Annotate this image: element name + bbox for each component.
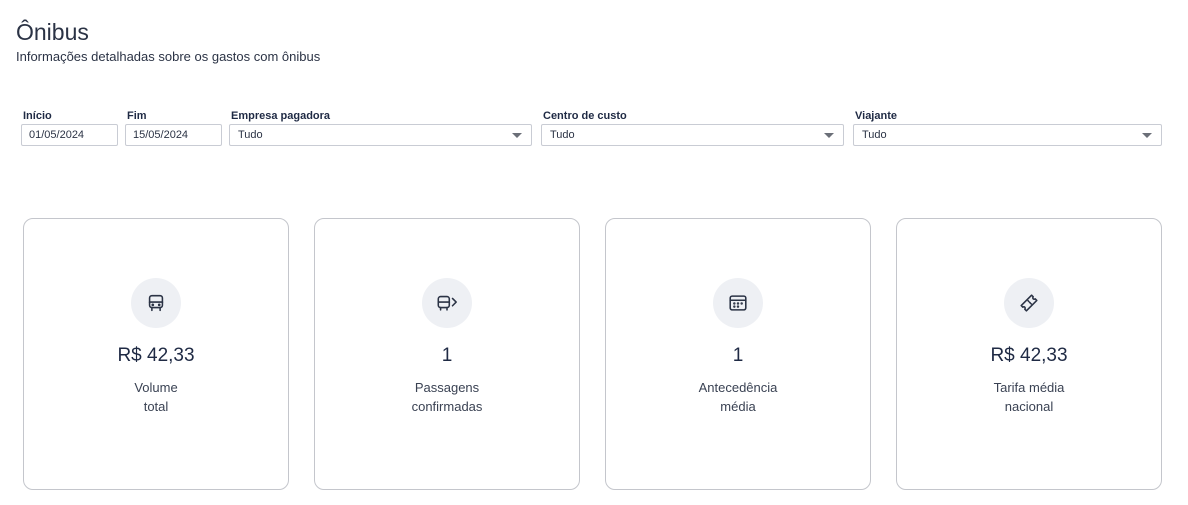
calendar-icon xyxy=(713,278,763,328)
start-date-label: Início xyxy=(23,110,52,122)
bus-icon xyxy=(131,278,181,328)
filter-start-date: Início 01/05/2024 xyxy=(21,109,118,146)
card-label: Antecedência média xyxy=(698,380,778,414)
cost-center-label: Centro de custo xyxy=(543,110,627,122)
filter-company: Empresa pagadora Tudo xyxy=(229,109,532,146)
card-label: Tarifa média nacional xyxy=(993,380,1065,414)
cost-center-select-value: Tudo xyxy=(550,129,575,141)
card-total-volume: R$ 42,33 Volume total xyxy=(23,218,289,490)
company-select[interactable]: Tudo xyxy=(229,124,532,146)
traveler-select-value: Tudo xyxy=(862,129,887,141)
card-value: 1 xyxy=(732,345,744,366)
company-select-value: Tudo xyxy=(238,129,263,141)
filter-traveler: Viajante Tudo xyxy=(853,109,1162,146)
chevron-down-icon xyxy=(512,133,522,138)
end-date-label: Fim xyxy=(127,110,147,122)
end-date-input[interactable]: 15/05/2024 xyxy=(125,124,222,146)
page-title: Ônibus xyxy=(16,19,89,45)
card-label: Passagens confirmadas xyxy=(411,380,483,414)
bus-arrow-icon xyxy=(422,278,472,328)
company-label: Empresa pagadora xyxy=(231,110,331,122)
card-average-advance: 1 Antecedência média xyxy=(605,218,871,490)
card-value: R$ 42,33 xyxy=(990,345,1068,366)
cost-center-select[interactable]: Tudo xyxy=(541,124,844,146)
chevron-down-icon xyxy=(1142,133,1152,138)
card-average-fare: R$ 42,33 Tarifa média nacional xyxy=(896,218,1162,490)
card-confirmed-tickets: 1 Passagens confirmadas xyxy=(314,218,580,490)
traveler-select[interactable]: Tudo xyxy=(853,124,1162,146)
page-header: Ônibus Informações detalhadas sobre os g… xyxy=(16,19,320,65)
filter-cost-center: Centro de custo Tudo xyxy=(541,109,844,146)
card-value: 1 xyxy=(441,345,453,366)
card-label: Volume total xyxy=(134,380,178,414)
traveler-label: Viajante xyxy=(855,110,897,122)
page-subtitle: Informações detalhadas sobre os gastos c… xyxy=(16,49,321,64)
card-value: R$ 42,33 xyxy=(117,345,195,366)
start-date-input[interactable]: 01/05/2024 xyxy=(21,124,118,146)
chevron-down-icon xyxy=(824,133,834,138)
ticket-icon xyxy=(1004,278,1054,328)
filter-end-date: Fim 15/05/2024 xyxy=(125,109,222,146)
